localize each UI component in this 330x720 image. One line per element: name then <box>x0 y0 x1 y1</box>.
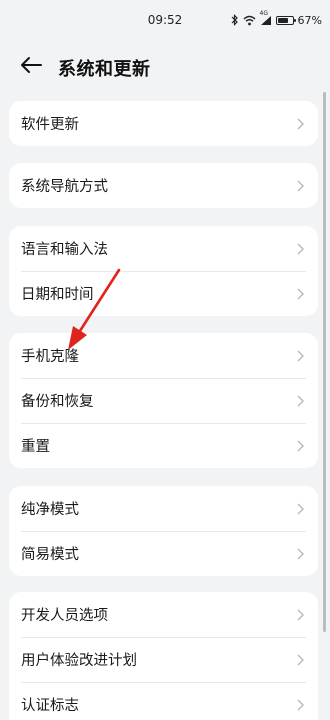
header: 系统和更新 <box>0 50 330 84</box>
battery-fill <box>277 17 289 23</box>
status-bar: 09:52 4G 67% <box>0 0 330 40</box>
setting-label: 重置 <box>21 439 50 455</box>
setting-item-phone-clone[interactable]: 手机克隆 <box>9 333 318 378</box>
chevron-right-icon <box>297 395 304 406</box>
settings-group-navigation: 系统导航方式 <box>9 163 318 208</box>
page-title: 系统和更新 <box>58 59 151 80</box>
battery-percent: 67% <box>297 13 322 27</box>
arrow-left-icon <box>20 56 42 78</box>
setting-label: 软件更新 <box>21 117 79 133</box>
setting-label: 用户体验改进计划 <box>21 653 137 669</box>
back-button[interactable] <box>18 54 44 80</box>
setting-item-certification[interactable]: 认证标志 <box>9 682 318 720</box>
setting-label: 纯净模式 <box>21 502 79 518</box>
setting-item-navigation-mode[interactable]: 系统导航方式 <box>9 163 318 208</box>
setting-item-language-input[interactable]: 语言和输入法 <box>9 226 318 271</box>
setting-item-simple-mode[interactable]: 简易模式 <box>9 531 318 576</box>
chevron-right-icon <box>297 503 304 514</box>
setting-label: 日期和时间 <box>21 287 94 303</box>
settings-group-developer: 开发人员选项 用户体验改进计划 认证标志 <box>9 592 318 720</box>
chevron-right-icon <box>297 699 304 710</box>
chevron-right-icon <box>297 350 304 361</box>
settings-group-language-time: 语言和输入法 日期和时间 <box>9 226 318 316</box>
settings-group-clone-backup: 手机克隆 备份和恢复 重置 <box>9 333 318 468</box>
status-icons: 4G 67% <box>231 10 322 27</box>
setting-item-pure-mode[interactable]: 纯净模式 <box>9 486 318 531</box>
battery-icon <box>275 15 296 25</box>
settings-group-software-update: 软件更新 <box>9 101 318 146</box>
setting-item-backup-restore[interactable]: 备份和恢复 <box>9 378 318 423</box>
chevron-right-icon <box>297 118 304 129</box>
signal-icon: 4G <box>260 10 272 26</box>
chevron-right-icon <box>297 180 304 191</box>
chevron-right-icon <box>297 654 304 665</box>
settings-group-modes: 纯净模式 简易模式 <box>9 486 318 576</box>
chevron-right-icon <box>297 548 304 559</box>
setting-label: 手机克隆 <box>21 349 79 365</box>
setting-item-software-update[interactable]: 软件更新 <box>9 101 318 146</box>
setting-label: 简易模式 <box>21 547 79 563</box>
bluetooth-icon <box>231 14 239 26</box>
setting-label: 语言和输入法 <box>21 242 108 258</box>
setting-label: 认证标志 <box>21 698 79 714</box>
setting-item-developer-options[interactable]: 开发人员选项 <box>9 592 318 637</box>
network-label: 4G <box>259 9 269 17</box>
setting-label: 备份和恢复 <box>21 394 94 410</box>
setting-label: 开发人员选项 <box>21 608 108 624</box>
setting-item-reset[interactable]: 重置 <box>9 423 318 468</box>
chevron-right-icon <box>297 288 304 299</box>
setting-label: 系统导航方式 <box>21 179 108 195</box>
setting-item-user-experience[interactable]: 用户体验改进计划 <box>9 637 318 682</box>
chevron-right-icon <box>297 609 304 620</box>
scrollbar[interactable] <box>323 92 326 632</box>
wifi-icon <box>243 15 256 26</box>
chevron-right-icon <box>297 243 304 254</box>
chevron-right-icon <box>297 440 304 451</box>
setting-item-date-time[interactable]: 日期和时间 <box>9 271 318 316</box>
